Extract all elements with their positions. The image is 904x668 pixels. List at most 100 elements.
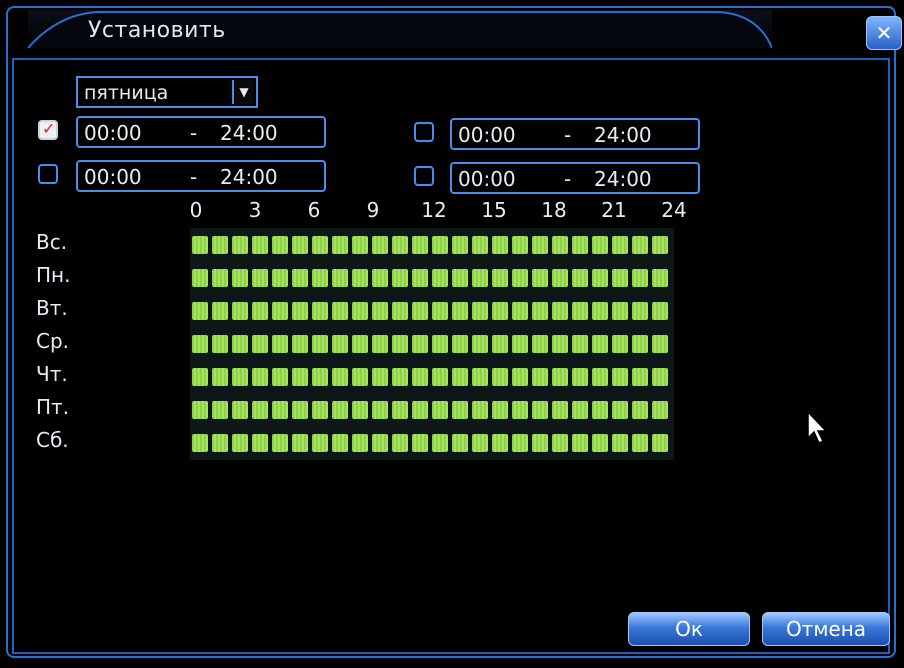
schedule-cell[interactable] [332, 302, 348, 320]
schedule-cell[interactable] [372, 434, 388, 452]
schedule-cell[interactable] [272, 401, 288, 419]
schedule-cell[interactable] [432, 236, 448, 254]
schedule-cell[interactable] [572, 302, 588, 320]
schedule-cell[interactable] [612, 335, 628, 353]
schedule-cell[interactable] [372, 236, 388, 254]
schedule-cell[interactable] [472, 335, 488, 353]
schedule-cell[interactable] [432, 335, 448, 353]
schedule-cell[interactable] [572, 335, 588, 353]
schedule-cell[interactable] [272, 335, 288, 353]
schedule-cell[interactable] [512, 269, 528, 287]
schedule-cell[interactable] [412, 335, 428, 353]
schedule-cell[interactable] [252, 335, 268, 353]
schedule-cell[interactable] [232, 302, 248, 320]
schedule-cell[interactable] [312, 335, 328, 353]
schedule-cell[interactable] [532, 302, 548, 320]
schedule-cell[interactable] [572, 368, 588, 386]
schedule-cell[interactable] [432, 401, 448, 419]
schedule-cell[interactable] [572, 434, 588, 452]
schedule-cell[interactable] [452, 236, 468, 254]
schedule-cell[interactable] [532, 434, 548, 452]
schedule-cell[interactable] [492, 401, 508, 419]
schedule-cell[interactable] [552, 368, 568, 386]
schedule-cell[interactable] [372, 335, 388, 353]
schedule-cell[interactable] [292, 302, 308, 320]
schedule-cell[interactable] [272, 236, 288, 254]
schedule-cell[interactable] [332, 335, 348, 353]
schedule-cell[interactable] [392, 335, 408, 353]
schedule-cell[interactable] [612, 269, 628, 287]
schedule-cell[interactable] [312, 368, 328, 386]
schedule-cell[interactable] [212, 368, 228, 386]
schedule-cell[interactable] [512, 302, 528, 320]
schedule-cell[interactable] [212, 302, 228, 320]
schedule-cell[interactable] [592, 368, 608, 386]
schedule-cell[interactable] [212, 236, 228, 254]
day-select[interactable]: пятница ▼ [76, 76, 258, 108]
schedule-cell[interactable] [552, 335, 568, 353]
schedule-cell[interactable] [392, 368, 408, 386]
schedule-cell[interactable] [432, 434, 448, 452]
schedule-cell[interactable] [352, 302, 368, 320]
schedule-cell[interactable] [652, 302, 668, 320]
schedule-cell[interactable] [292, 269, 308, 287]
dropdown-arrow-icon[interactable]: ▼ [232, 80, 254, 104]
period-2-start[interactable]: 00:00 [84, 165, 142, 189]
schedule-cell[interactable] [432, 368, 448, 386]
schedule-cell[interactable] [272, 302, 288, 320]
schedule-cell[interactable] [632, 368, 648, 386]
schedule-cell[interactable] [392, 434, 408, 452]
period-4-timefield[interactable]: 00:00 - 24:00 [450, 162, 700, 194]
schedule-cell[interactable] [652, 335, 668, 353]
schedule-cell[interactable] [572, 269, 588, 287]
schedule-cell[interactable] [292, 434, 308, 452]
schedule-cell[interactable] [492, 269, 508, 287]
period-2-checkbox[interactable] [38, 164, 58, 184]
schedule-cell[interactable] [472, 302, 488, 320]
schedule-cell[interactable] [252, 434, 268, 452]
close-button[interactable]: ✕ [866, 16, 902, 50]
schedule-cell[interactable] [292, 368, 308, 386]
schedule-cell[interactable] [412, 368, 428, 386]
schedule-cell[interactable] [612, 434, 628, 452]
period-1-timefield[interactable]: 00:00 - 24:00 [76, 116, 326, 148]
schedule-cell[interactable] [232, 335, 248, 353]
schedule-cell[interactable] [552, 236, 568, 254]
schedule-cell[interactable] [372, 368, 388, 386]
schedule-cell[interactable] [632, 236, 648, 254]
schedule-cell[interactable] [492, 236, 508, 254]
ok-button[interactable]: Ок [628, 612, 750, 646]
schedule-cell[interactable] [272, 269, 288, 287]
schedule-cell[interactable] [292, 335, 308, 353]
schedule-cell[interactable] [452, 434, 468, 452]
schedule-cell[interactable] [392, 401, 408, 419]
schedule-cell[interactable] [412, 401, 428, 419]
period-1-end[interactable]: 24:00 [220, 121, 278, 145]
schedule-cell[interactable] [352, 236, 368, 254]
schedule-cell[interactable] [632, 401, 648, 419]
schedule-cell[interactable] [232, 269, 248, 287]
schedule-cell[interactable] [612, 236, 628, 254]
schedule-cell[interactable] [332, 269, 348, 287]
schedule-cell[interactable] [452, 269, 468, 287]
schedule-cell[interactable] [212, 401, 228, 419]
schedule-cell[interactable] [532, 236, 548, 254]
schedule-cell[interactable] [272, 368, 288, 386]
schedule-cell[interactable] [652, 368, 668, 386]
schedule-grid[interactable] [190, 228, 674, 460]
schedule-cell[interactable] [232, 434, 248, 452]
schedule-cell[interactable] [532, 368, 548, 386]
period-4-checkbox[interactable] [414, 166, 434, 186]
schedule-cell[interactable] [472, 368, 488, 386]
schedule-cell[interactable] [652, 434, 668, 452]
schedule-cell[interactable] [272, 434, 288, 452]
schedule-cell[interactable] [492, 335, 508, 353]
schedule-cell[interactable] [592, 236, 608, 254]
schedule-cell[interactable] [492, 302, 508, 320]
schedule-cell[interactable] [292, 236, 308, 254]
schedule-cell[interactable] [512, 335, 528, 353]
schedule-cell[interactable] [232, 368, 248, 386]
schedule-cell[interactable] [192, 236, 208, 254]
schedule-cell[interactable] [292, 401, 308, 419]
schedule-cell[interactable] [412, 434, 428, 452]
